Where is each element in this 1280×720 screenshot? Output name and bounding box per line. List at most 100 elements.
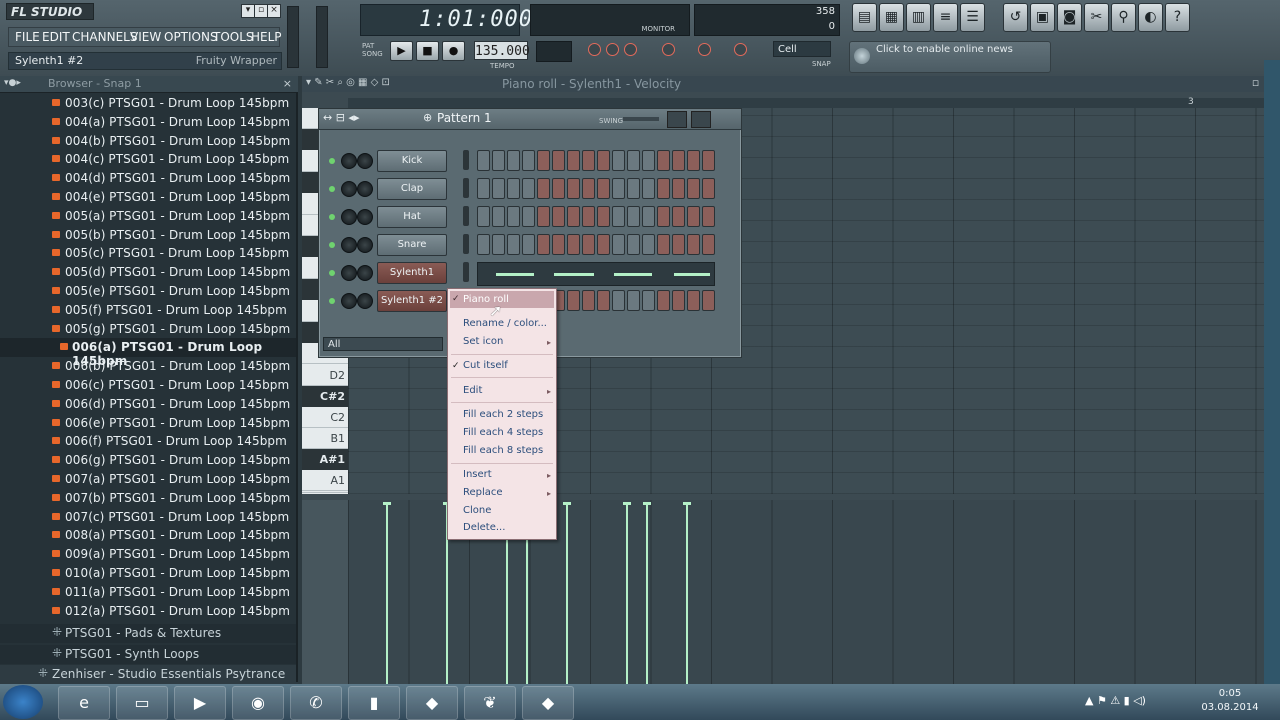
browser-item[interactable]: 005(a) PTSG01 - Drum Loop 145bpm <box>0 207 298 226</box>
browser-item[interactable]: 005(d) PTSG01 - Drum Loop 145bpm <box>0 263 298 282</box>
browser-item[interactable]: 008(a) PTSG01 - Drum Loop 145bpm <box>0 526 298 545</box>
step-button[interactable] <box>672 150 685 171</box>
play-button[interactable]: ▶ <box>390 41 413 61</box>
stop-button[interactable]: ■ <box>416 41 439 61</box>
close-icon[interactable]: × <box>267 4 281 18</box>
browser-item[interactable]: 006(g) PTSG01 - Drum Loop 145bpm <box>0 451 298 470</box>
tempo-display[interactable]: 135.000 <box>474 41 530 60</box>
file-explorer-icon[interactable]: ▭ <box>116 686 168 720</box>
channel-mute-led[interactable] <box>329 270 335 276</box>
browser-arrows-icon[interactable]: ▾●▸ <box>4 78 21 88</box>
browser-item[interactable]: 004(c) PTSG01 - Drum Loop 145bpm <box>0 150 298 169</box>
step-button[interactable] <box>522 234 535 255</box>
step-button[interactable] <box>612 206 625 227</box>
velocity-bar[interactable] <box>646 504 648 684</box>
step-button[interactable] <box>702 290 715 311</box>
channel-select-bar[interactable] <box>463 178 469 198</box>
step-button[interactable] <box>522 206 535 227</box>
channel-volume-knob[interactable] <box>357 293 373 309</box>
step-button[interactable] <box>537 234 550 255</box>
channel-name-button[interactable]: Sylenth1 #2 <box>377 290 447 312</box>
disk-icon[interactable]: ◐ <box>1138 3 1163 32</box>
mixer-icon[interactable]: ☰ <box>960 3 985 32</box>
step-button[interactable] <box>507 150 520 171</box>
phone-app-icon[interactable]: ✆ <box>290 686 342 720</box>
step-button[interactable] <box>492 150 505 171</box>
fl-studio-icon[interactable]: ❦ <box>464 686 516 720</box>
piano-key-label[interactable]: D2 <box>302 365 348 386</box>
menu-item-insert[interactable]: Insert <box>463 469 492 480</box>
step-button[interactable] <box>672 206 685 227</box>
channel-name-button[interactable]: Snare <box>377 234 447 256</box>
velocity-bar[interactable] <box>386 504 388 684</box>
step-button[interactable] <box>477 206 490 227</box>
step-button[interactable] <box>612 150 625 171</box>
step-button[interactable] <box>492 206 505 227</box>
browser-item[interactable]: 007(a) PTSG01 - Drum Loop 145bpm <box>0 470 298 489</box>
pattern-number[interactable] <box>536 41 572 62</box>
browser-item[interactable]: 007(b) PTSG01 - Drum Loop 145bpm <box>0 489 298 508</box>
browser-item[interactable]: 009(a) PTSG01 - Drum Loop 145bpm <box>0 545 298 564</box>
piano-roll-tools-icon[interactable]: ▾ ✎ ✂ ⌕ ◎ ▦ ◇ ⊡ <box>306 77 390 88</box>
menu-help[interactable]: HELP <box>251 30 282 44</box>
news-panel[interactable]: Click to enable online news <box>849 41 1051 73</box>
winamp-icon[interactable]: ◆ <box>406 686 458 720</box>
step-button[interactable] <box>522 178 535 199</box>
menu-item-fill-4[interactable]: Fill each 4 steps <box>463 427 543 438</box>
step-button[interactable] <box>567 150 580 171</box>
step-button[interactable] <box>687 178 700 199</box>
timeline-ruler[interactable]: 3 <box>348 97 1264 108</box>
velocity-bar[interactable] <box>566 504 568 684</box>
snap-select[interactable]: Cell <box>773 41 831 57</box>
step-button[interactable] <box>642 234 655 255</box>
step-button[interactable] <box>582 290 595 311</box>
step-button[interactable] <box>537 206 550 227</box>
browser-item[interactable]: 005(c) PTSG01 - Drum Loop 145bpm <box>0 244 298 263</box>
browser-item[interactable]: 006(e) PTSG01 - Drum Loop 145bpm <box>0 414 298 433</box>
step-button[interactable] <box>477 178 490 199</box>
step-button[interactable] <box>507 178 520 199</box>
velocity-handle[interactable] <box>383 502 391 505</box>
step-button[interactable] <box>597 290 610 311</box>
step-button[interactable] <box>552 178 565 199</box>
blend-icon[interactable] <box>734 43 747 56</box>
channel-mute-led[interactable] <box>329 214 335 220</box>
step-button[interactable] <box>612 178 625 199</box>
browser-item[interactable]: 011(a) PTSG01 - Drum Loop 145bpm <box>0 583 298 602</box>
channel-select-bar[interactable] <box>463 262 469 282</box>
step-button[interactable] <box>657 150 670 171</box>
channel-select-bar[interactable] <box>463 150 469 170</box>
recorder-icon[interactable]: ◆ <box>522 686 574 720</box>
channel-volume-knob[interactable] <box>357 181 373 197</box>
master-pitch-slider[interactable] <box>287 6 299 68</box>
step-edit-icon[interactable] <box>662 43 675 56</box>
channel-select-bar[interactable] <box>463 234 469 254</box>
channel-select-bar[interactable] <box>463 206 469 226</box>
step-button[interactable] <box>597 178 610 199</box>
step-button[interactable] <box>612 234 625 255</box>
channel-pan-knob[interactable] <box>341 293 357 309</box>
chrome-icon[interactable]: ◉ <box>232 686 284 720</box>
step-button[interactable] <box>582 178 595 199</box>
step-button[interactable] <box>597 206 610 227</box>
browser-item[interactable]: 004(e) PTSG01 - Drum Loop 145bpm <box>0 188 298 207</box>
step-button[interactable] <box>702 178 715 199</box>
start-button-icon[interactable] <box>3 685 43 719</box>
step-button[interactable] <box>657 290 670 311</box>
step-sequencer-icon[interactable]: ▦ <box>879 3 904 32</box>
step-button[interactable] <box>702 206 715 227</box>
restore-icon[interactable]: ▫ <box>254 4 268 18</box>
browser-item[interactable]: 005(f) PTSG01 - Drum Loop 145bpm <box>0 301 298 320</box>
step-button[interactable] <box>657 234 670 255</box>
channel-mute-led[interactable] <box>329 186 335 192</box>
channel-volume-knob[interactable] <box>357 237 373 253</box>
step-button[interactable] <box>552 150 565 171</box>
wait-icon[interactable] <box>606 43 619 56</box>
record-button[interactable]: ● <box>442 41 465 61</box>
step-button[interactable] <box>672 178 685 199</box>
playlist-icon[interactable]: ▤ <box>852 3 877 32</box>
channel-volume-knob[interactable] <box>357 153 373 169</box>
menu-options[interactable]: OPTIONS <box>164 30 218 44</box>
piano-key-label[interactable]: C2 <box>302 407 348 428</box>
step-button[interactable] <box>612 290 625 311</box>
